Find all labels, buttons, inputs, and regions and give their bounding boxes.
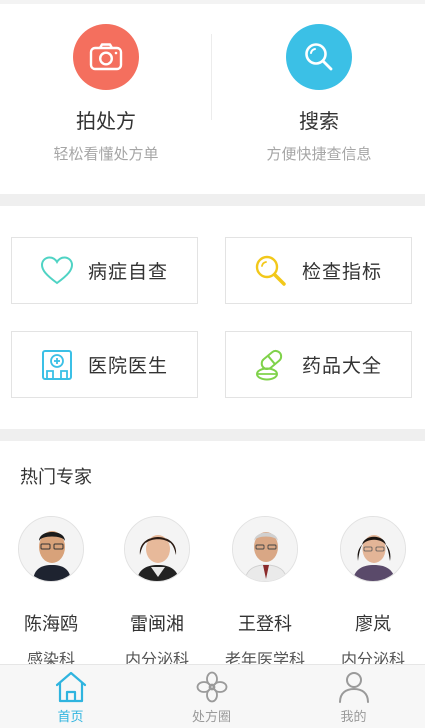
tab-mine[interactable]: 我的 bbox=[283, 665, 424, 728]
tab-home[interactable]: 首页 bbox=[0, 665, 141, 728]
expert-card[interactable]: 陈海鸥 感染科 bbox=[1, 516, 101, 670]
expert-name: 雷闽湘 bbox=[130, 614, 184, 635]
magnifier-icon bbox=[254, 254, 288, 288]
pill-icon bbox=[254, 348, 288, 382]
search-icon bbox=[286, 24, 352, 90]
photo-prescription-button[interactable]: 拍处方 轻松看懂处方单 bbox=[0, 4, 212, 194]
tab-label: 我的 bbox=[340, 710, 367, 725]
expert-name: 陈海鸥 bbox=[24, 614, 78, 635]
expert-avatar bbox=[232, 516, 298, 582]
hospital-icon bbox=[40, 348, 74, 382]
feature-hospital-doctor[interactable]: 医院医生 bbox=[11, 331, 198, 398]
user-icon bbox=[337, 671, 371, 703]
expert-avatar bbox=[340, 516, 406, 582]
expert-name: 王登科 bbox=[238, 614, 292, 635]
feature-label: 医院医生 bbox=[88, 355, 169, 377]
expert-name: 廖岚 bbox=[355, 614, 391, 635]
photo-prescription-subtitle: 轻松看懂处方单 bbox=[53, 145, 159, 163]
camera-icon bbox=[73, 24, 139, 90]
expert-avatar bbox=[18, 516, 84, 582]
heart-icon bbox=[40, 254, 74, 288]
feature-symptom-check[interactable]: 病症自查 bbox=[11, 237, 198, 304]
tab-label: 首页 bbox=[57, 710, 84, 725]
feature-label: 药品大全 bbox=[302, 355, 383, 377]
flower-icon bbox=[195, 671, 229, 703]
search-button[interactable]: 搜索 方便快捷查信息 bbox=[213, 4, 425, 194]
hero-divider bbox=[211, 34, 212, 120]
feature-label: 病症自查 bbox=[88, 261, 169, 283]
search-subtitle: 方便快捷查信息 bbox=[266, 145, 372, 163]
section-separator bbox=[0, 429, 425, 441]
search-title: 搜索 bbox=[299, 109, 339, 133]
photo-prescription-title: 拍处方 bbox=[76, 109, 136, 133]
section-separator bbox=[0, 194, 425, 206]
hero-actions: 拍处方 轻松看懂处方单 搜索 方便快捷查信息 bbox=[0, 4, 425, 194]
expert-card[interactable]: 雷闽湘 内分泌科 bbox=[107, 516, 207, 670]
expert-card[interactable]: 廖岚 内分泌科 bbox=[323, 516, 423, 670]
feature-drug-encyclopedia[interactable]: 药品大全 bbox=[225, 331, 412, 398]
tab-label: 处方圈 bbox=[191, 710, 231, 725]
bottom-tab-bar: 首页 处方圈 我的 bbox=[0, 664, 425, 728]
feature-test-indicators[interactable]: 检查指标 bbox=[225, 237, 412, 304]
home-icon bbox=[54, 671, 88, 703]
expert-card[interactable]: 王登科 老年医学科 bbox=[215, 516, 315, 670]
feature-label: 检查指标 bbox=[302, 261, 383, 283]
tab-prescription-circle[interactable]: 处方圈 bbox=[141, 665, 282, 728]
hot-experts-title: 热门专家 bbox=[20, 467, 92, 488]
expert-avatar bbox=[124, 516, 190, 582]
